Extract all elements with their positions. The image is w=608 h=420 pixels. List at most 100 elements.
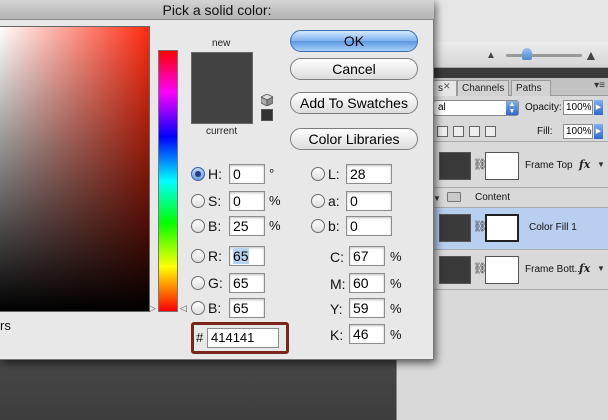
b-channel-input[interactable]: 0 [346, 216, 392, 236]
lock-position-icon[interactable] [469, 126, 480, 137]
expand-icon[interactable]: ▼ [597, 160, 605, 169]
radio-b-channel[interactable] [311, 219, 325, 233]
new-label: new [212, 38, 231, 49]
web-safe-swatch[interactable] [261, 109, 273, 121]
red-input[interactable]: 65 [229, 246, 265, 266]
blend-mode-select[interactable]: al ▲ ▼ [433, 100, 519, 116]
yellow-label: Y: [330, 301, 343, 317]
radio-hue[interactable] [191, 167, 205, 181]
canvas-background [0, 360, 400, 420]
hue-input[interactable]: 0 [229, 164, 265, 184]
saturation-input[interactable]: 0 [229, 191, 265, 211]
a-channel-input[interactable]: 0 [346, 191, 392, 211]
disclosure-icon[interactable]: ▼ [433, 194, 441, 203]
black-label: K: [330, 327, 344, 343]
fx-icon[interactable]: fx [579, 158, 590, 171]
radio-a-channel[interactable] [311, 194, 325, 208]
layer-thumbnail [439, 152, 471, 180]
magenta-label: M: [330, 276, 346, 292]
cancel-button[interactable]: Cancel [290, 58, 418, 80]
fill-input[interactable]: 100% [563, 124, 593, 139]
layer-mask-thumbnail [485, 152, 519, 180]
lock-pixels-icon[interactable] [453, 126, 464, 137]
zoom-slider-thumb[interactable] [522, 48, 532, 60]
lock-transparency-icon[interactable] [437, 126, 448, 137]
brightness-input[interactable]: 25 [229, 216, 265, 236]
new-color-swatch [191, 52, 253, 88]
green-input[interactable]: 65 [229, 273, 265, 293]
color-field[interactable] [0, 26, 150, 312]
zoom-bar: ▲ ▲ [434, 42, 608, 68]
title-bar[interactable]: Pick a solid color: [0, 0, 434, 20]
layer-mask-thumbnail [485, 256, 519, 284]
layer-row[interactable]: ⛓ Frame Top fx ▼ [433, 144, 608, 188]
select-arrows-icon: ▲ ▼ [506, 101, 518, 115]
cyan-label: C: [330, 249, 344, 265]
tab-paths[interactable]: Paths [511, 80, 551, 96]
layer-row-selected[interactable]: ⛓ Color Fill 1 [433, 208, 608, 250]
black-input[interactable]: 46 [349, 324, 385, 344]
hue-slider[interactable] [158, 50, 178, 312]
panel-menu-icon[interactable]: ▾≡ [594, 80, 605, 91]
a-channel-label: a: [328, 193, 340, 209]
lightness-label: L: [328, 166, 340, 182]
fill-thumbnail [439, 214, 471, 242]
brightness-unit: % [269, 218, 281, 233]
slider-arrow-left-icon[interactable]: ▷ [149, 303, 156, 314]
magenta-input[interactable]: 60 [349, 273, 385, 293]
hue-unit: ° [269, 166, 275, 181]
only-web-colors-label: rs [0, 318, 11, 333]
expand-icon[interactable]: ▼ [597, 264, 605, 273]
lock-row: Fill: 100% ▶ [433, 122, 608, 142]
yellow-input[interactable]: 59 [349, 298, 385, 318]
color-libraries-button[interactable]: Color Libraries [290, 128, 418, 150]
zoom-in-icon[interactable]: ▲ [584, 47, 598, 63]
tab-channels[interactable]: Channels [457, 80, 509, 96]
add-to-swatches-button[interactable]: Add To Swatches [290, 92, 418, 114]
current-color-swatch[interactable] [191, 88, 253, 124]
opacity-arrow-icon[interactable]: ▶ [594, 100, 603, 115]
green-label: G: [208, 275, 223, 291]
current-label: current [206, 126, 238, 137]
brightness-label: B: [208, 218, 222, 234]
radio-lightness[interactable] [311, 167, 325, 181]
radio-saturation[interactable] [191, 194, 205, 208]
fill-arrow-icon[interactable]: ▶ [594, 124, 603, 139]
hex-hash-label: # [196, 330, 204, 345]
saturation-label: S: [208, 193, 222, 209]
lock-all-icon[interactable] [485, 126, 496, 137]
lightness-input[interactable]: 28 [346, 164, 392, 184]
layer-group-row[interactable]: ▼ Content [433, 188, 608, 208]
tab-close-icon[interactable]: ✕ [443, 81, 451, 92]
red-label: R: [208, 248, 222, 264]
dialog-title: Pick a solid color: [162, 2, 272, 18]
layer-name: Frame Top [525, 160, 573, 171]
fill-label: Fill: [537, 126, 553, 137]
opacity-input[interactable]: 100% [563, 100, 593, 115]
blue-label: B: [208, 300, 222, 316]
hex-input[interactable]: 414141 [207, 328, 279, 348]
layer-mask-thumbnail [485, 214, 519, 242]
layer-row[interactable]: ⛓ Frame Bott... fx ▼ [433, 250, 608, 290]
fx-icon[interactable]: fx [579, 262, 590, 275]
zoom-out-icon[interactable]: ▲ [486, 50, 496, 61]
black-unit: % [390, 327, 402, 342]
layer-name: Frame Bott... [525, 264, 583, 275]
color-picker-dialog: Pick a solid color: ▷ ◁ rs new current O… [0, 0, 434, 360]
cyan-unit: % [390, 249, 402, 264]
radio-brightness[interactable] [191, 219, 205, 233]
blend-row: al ▲ ▼ Opacity: 100% ▶ [433, 98, 608, 120]
radio-red[interactable] [191, 249, 205, 263]
zoom-slider-track[interactable] [506, 54, 582, 57]
out-of-gamut-cube-icon[interactable] [261, 94, 273, 106]
cyan-input[interactable]: 67 [349, 246, 385, 266]
ok-button[interactable]: OK [290, 30, 418, 52]
yellow-unit: % [390, 301, 402, 316]
radio-green[interactable] [191, 276, 205, 290]
opacity-label: Opacity: [525, 102, 562, 113]
blue-input[interactable]: 65 [229, 298, 265, 318]
saturation-unit: % [269, 193, 281, 208]
options-bar-background [434, 0, 608, 42]
radio-blue[interactable] [191, 301, 205, 315]
slider-arrow-right-icon[interactable]: ◁ [180, 303, 187, 314]
